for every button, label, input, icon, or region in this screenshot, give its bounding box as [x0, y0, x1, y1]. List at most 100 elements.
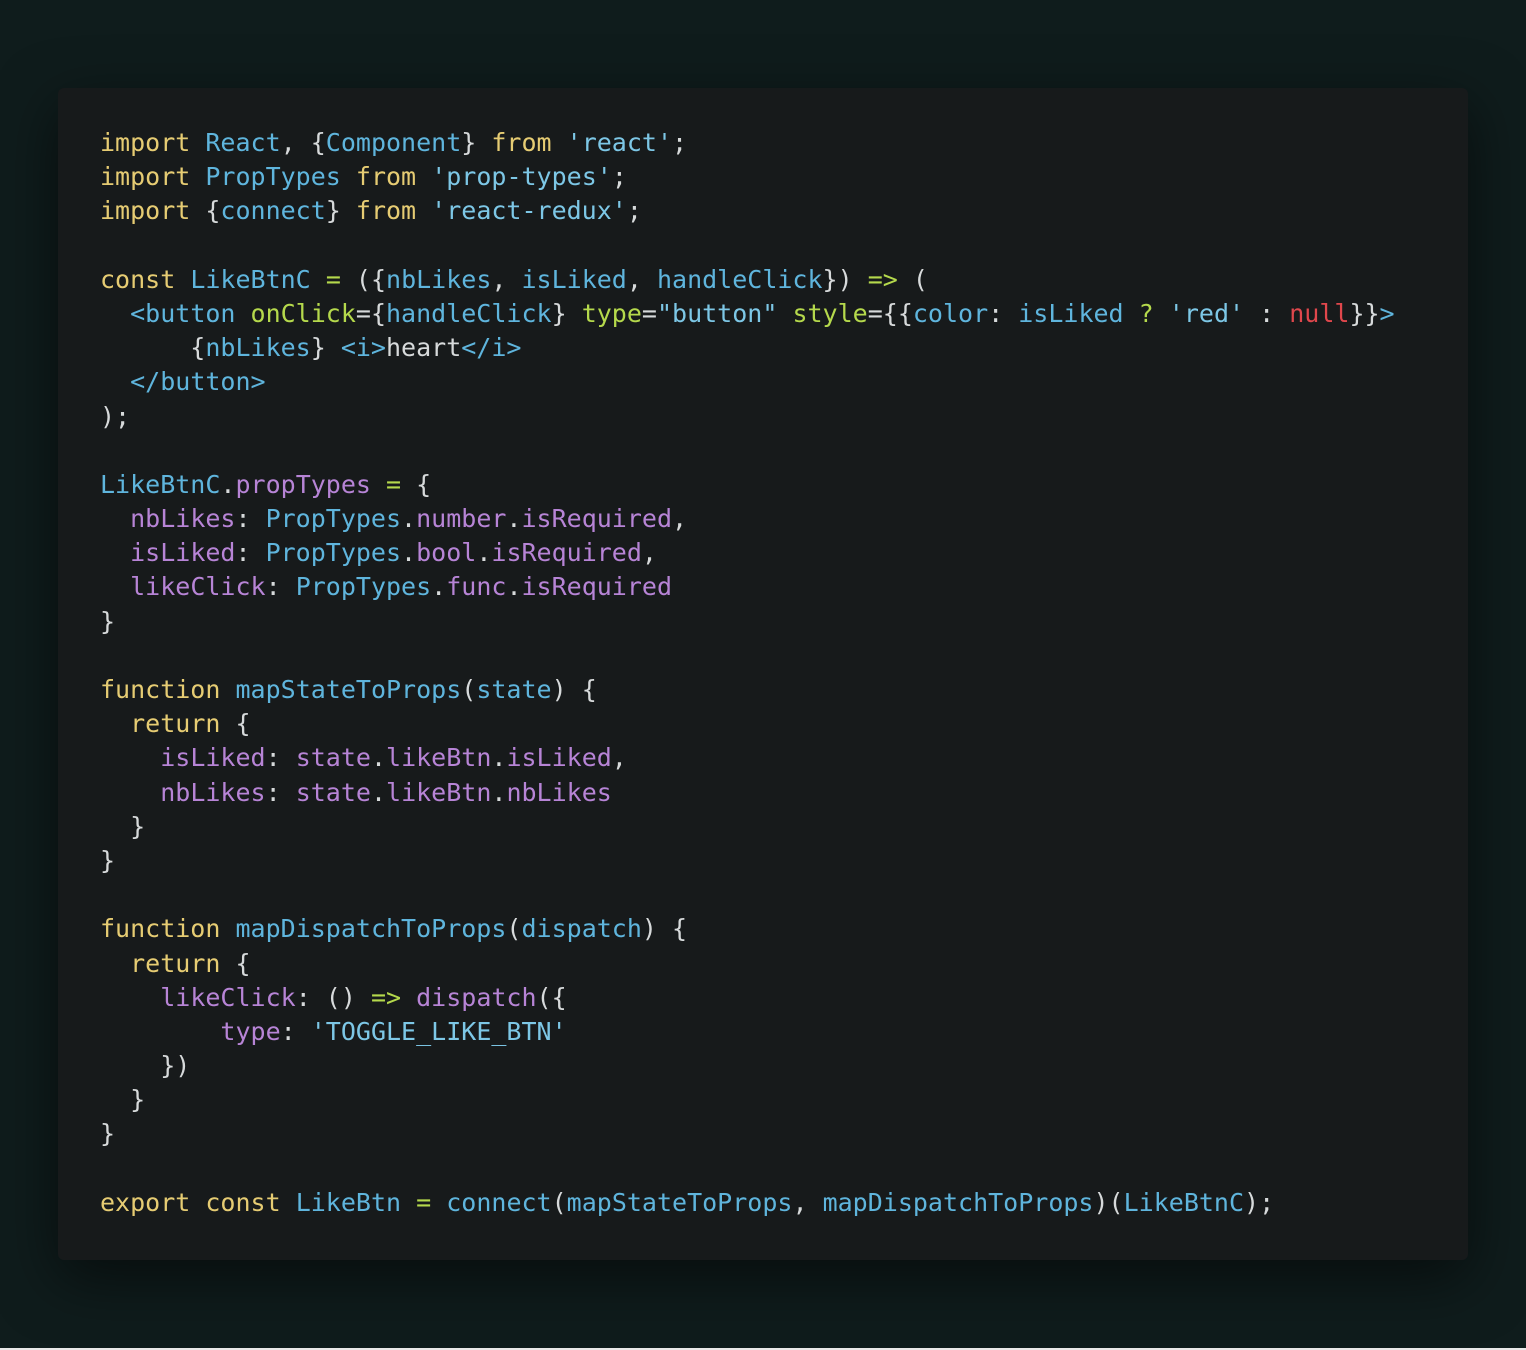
code-token: ( — [461, 675, 477, 704]
code-token: : — [235, 504, 266, 534]
code-token: }) — [822, 264, 868, 294]
code-token: ; — [611, 162, 627, 192]
code-line: } — [100, 605, 1395, 639]
code-token: : — [235, 538, 266, 568]
code-token: . — [370, 743, 387, 773]
code-line: nbLikes: PropTypes.number.isRequired, — [100, 502, 1395, 536]
code-line: isLiked: state.likeBtn.isLiked, — [100, 741, 1395, 775]
code-token: > — [1379, 298, 1395, 328]
code-line: ); — [100, 400, 1395, 434]
code-line: type: 'TOGGLE_LIKE_BTN' — [100, 1015, 1395, 1049]
code-token: mapStateToProps — [235, 675, 462, 704]
code-token: 'TOGGLE_LIKE_BTN' — [310, 1016, 567, 1046]
code-token: connect — [220, 196, 326, 226]
code-token: . — [506, 504, 522, 534]
code-token: mapDispatchToProps — [822, 1187, 1094, 1217]
code-token: LikeBtnC — [100, 469, 221, 499]
code-token: likeClick — [160, 982, 296, 1012]
code-line: </button> — [100, 365, 1395, 399]
code-token: , — [491, 264, 522, 294]
code-token: ( — [551, 1187, 567, 1217]
code-token: const — [205, 1187, 281, 1217]
code-token: import — [100, 196, 191, 226]
code-token: LikeBtn — [295, 1187, 402, 1217]
code-token: . — [431, 572, 447, 602]
code-token: onClick — [250, 298, 356, 328]
code-line: } — [100, 844, 1395, 878]
code-token: PropTypes — [265, 538, 402, 568]
code-token: , — [611, 743, 627, 773]
code-token: } — [551, 298, 582, 328]
code-token: : — [280, 1016, 311, 1046]
code-token: propTypes — [235, 469, 371, 499]
code-token: . — [370, 777, 387, 807]
code-token: ); — [100, 401, 131, 431]
code-token: nbLikes — [130, 504, 236, 534]
code-token: } — [100, 1085, 146, 1115]
code-token: LikeBtnC — [1123, 1187, 1245, 1217]
code-token: isRequired — [491, 538, 642, 568]
code-token: , — [792, 1187, 823, 1217]
code-token: type — [581, 298, 642, 328]
code-token: ={{ — [867, 298, 913, 328]
code-token: return — [130, 709, 221, 739]
code-token: state — [476, 675, 552, 704]
code-line: }) — [100, 1049, 1395, 1083]
code-token: ; — [626, 196, 642, 226]
code-line: return { — [100, 947, 1395, 981]
code-token: = — [416, 1187, 432, 1217]
code-token: nbLikes — [506, 777, 612, 807]
code-line: <button onClick={handleClick} type="butt… — [100, 297, 1395, 331]
code-token: . — [401, 504, 417, 534]
code-token: => — [867, 264, 898, 294]
code-token: { — [190, 196, 221, 226]
code-token: : — [265, 777, 296, 807]
code-line: likeClick: () => dispatch({ — [100, 981, 1395, 1015]
code-token: function — [100, 675, 221, 704]
code-token: } — [100, 1119, 116, 1149]
code-token: ) { — [551, 675, 597, 704]
code-line: } — [100, 1117, 1395, 1151]
code-token: dispatch — [521, 914, 642, 944]
code-token: mapDispatchToProps — [235, 914, 507, 944]
code-line: } — [100, 810, 1395, 844]
code-token: ( — [506, 914, 522, 944]
code-token: state — [295, 743, 371, 773]
code-token: likeBtn — [386, 743, 492, 773]
code-token: nbLikes — [160, 777, 266, 807]
code-token: ({ — [536, 982, 567, 1012]
code-token: . — [491, 777, 507, 807]
code-token: PropTypes — [265, 504, 402, 534]
code-token: 'react-redux' — [431, 196, 627, 226]
code-line: import React, {Component} from 'react'; — [100, 126, 1395, 160]
code-token: = — [325, 264, 341, 294]
code-token: likeClick — [130, 572, 266, 602]
code-token: isRequired — [521, 572, 673, 602]
code-token: state — [295, 777, 371, 807]
code-line: function mapStateToProps(state) { — [100, 673, 1395, 707]
code-token: } — [100, 811, 146, 841]
code-token: dispatch — [416, 982, 537, 1012]
code-line: function mapDispatchToProps(dispatch) { — [100, 912, 1395, 946]
code-token: , — [641, 538, 657, 568]
code-token: }) — [100, 1051, 191, 1081]
code-token: ? — [1138, 298, 1154, 328]
code-token: 'red' — [1168, 298, 1245, 328]
code-token: ); — [1244, 1187, 1275, 1217]
code-token: , { — [280, 128, 326, 157]
code-line: isLiked: PropTypes.bool.isRequired, — [100, 536, 1395, 570]
